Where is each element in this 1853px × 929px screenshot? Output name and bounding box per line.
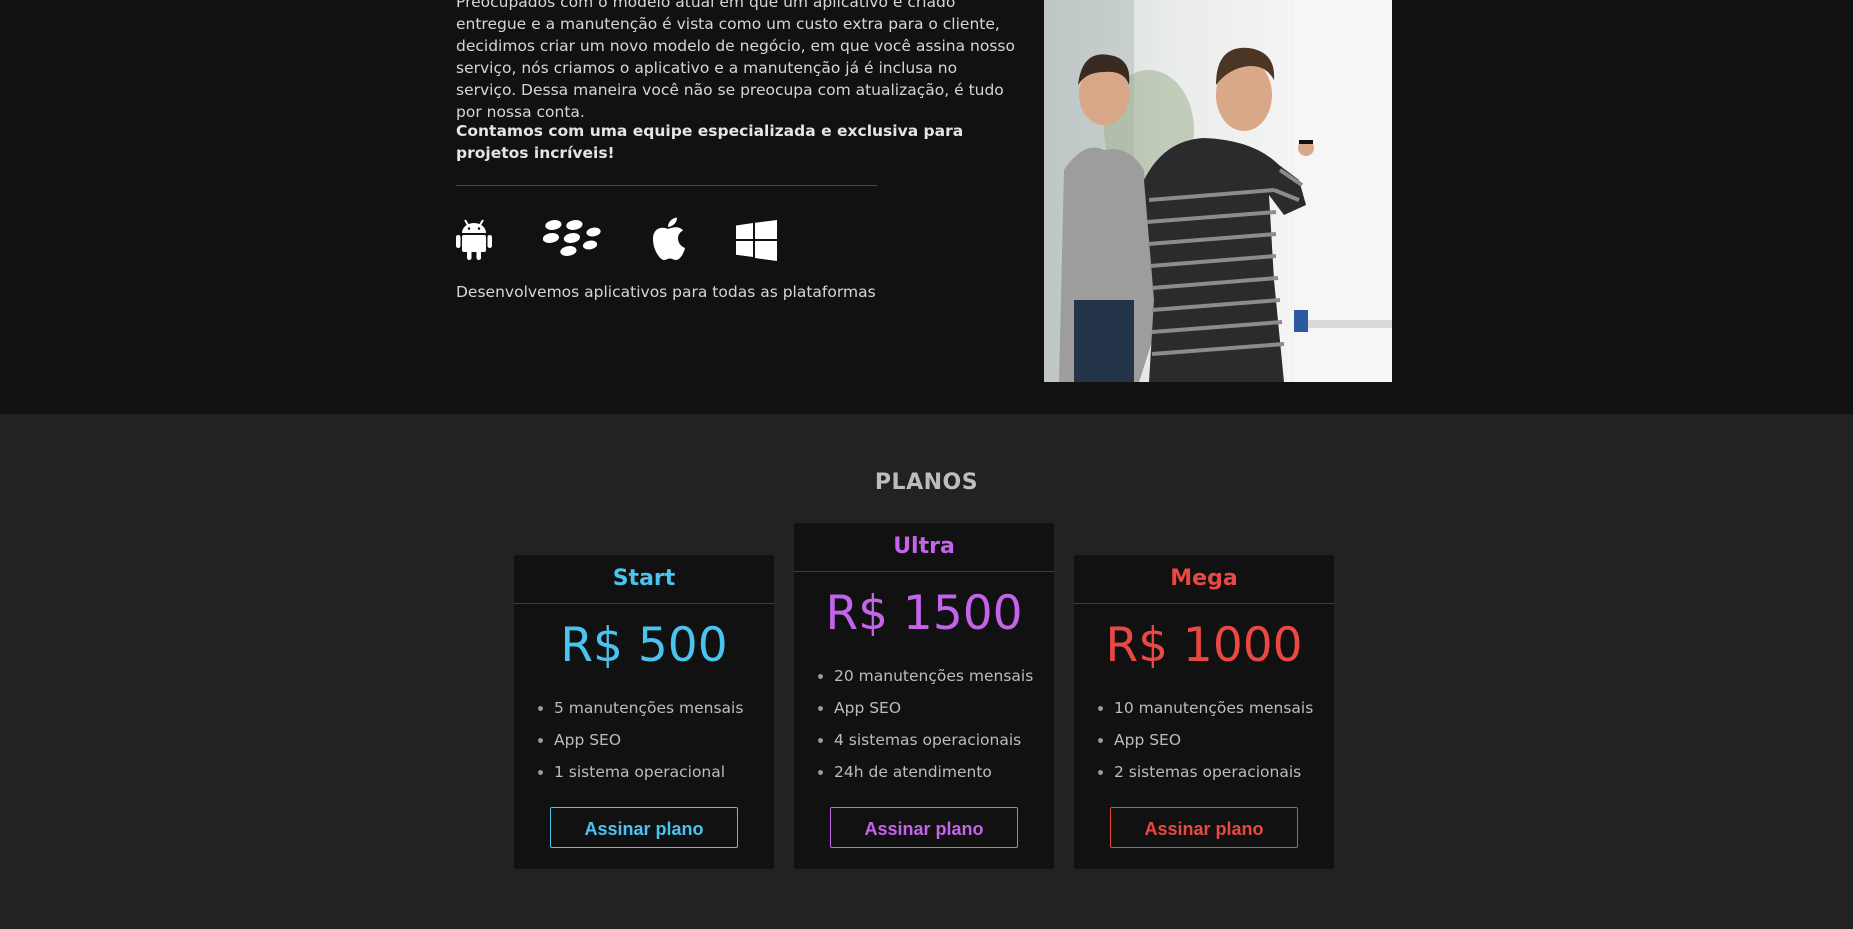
plan-features: 20 manutenções mensais App SEO 4 sistema… bbox=[794, 660, 1054, 788]
plan-feature: 20 manutenções mensais bbox=[818, 660, 1054, 692]
subscribe-mega-button[interactable]: Assinar plano bbox=[1110, 807, 1298, 848]
plan-feature: 10 manutenções mensais bbox=[1098, 692, 1334, 724]
plan-features: 5 manutenções mensais App SEO 1 sistema … bbox=[514, 692, 774, 788]
blackberry-icon bbox=[543, 220, 601, 256]
android-icon bbox=[456, 219, 492, 260]
plan-name: Ultra bbox=[794, 523, 1054, 572]
windows-icon bbox=[736, 220, 777, 261]
about-intro-paragraph: Preocupados com o modelo atual em que um… bbox=[456, 0, 1015, 121]
plan-features: 10 manutenções mensais App SEO 2 sistema… bbox=[1074, 692, 1334, 788]
plan-feature: 2 sistemas operacionais bbox=[1098, 756, 1334, 788]
subscribe-start-button[interactable]: Assinar plano bbox=[550, 807, 738, 848]
plan-feature: App SEO bbox=[1098, 724, 1334, 756]
plan-feature: 1 sistema operacional bbox=[538, 756, 774, 788]
plan-feature: App SEO bbox=[818, 692, 1054, 724]
about-divider bbox=[456, 185, 877, 186]
plan-price: R$ 500 bbox=[560, 618, 728, 673]
plan-price: R$ 1000 bbox=[1105, 618, 1303, 673]
team-photo bbox=[1044, 0, 1392, 382]
about-team-paragraph: Contamos com uma equipe especializada e … bbox=[456, 122, 964, 162]
plan-card-start: Start R$ 500 5 manutenções mensais App S… bbox=[514, 555, 774, 869]
plan-card-ultra: Ultra R$ 1500 20 manutenções mensais App… bbox=[794, 523, 1054, 869]
plan-price: R$ 1500 bbox=[825, 586, 1023, 641]
plan-feature: 5 manutenções mensais bbox=[538, 692, 774, 724]
about-section: Preocupados com o modelo atual em que um… bbox=[0, 0, 1853, 414]
plan-feature: App SEO bbox=[538, 724, 774, 756]
plan-feature: 4 sistemas operacionais bbox=[818, 724, 1054, 756]
subscribe-ultra-button[interactable]: Assinar plano bbox=[830, 807, 1018, 848]
plan-name: Start bbox=[514, 555, 774, 604]
apple-icon bbox=[653, 217, 685, 260]
plan-feature: 24h de atendimento bbox=[818, 756, 1054, 788]
platforms-caption: Desenvolvemos aplicativos para todas as … bbox=[456, 283, 876, 301]
plan-name: Mega bbox=[1074, 555, 1334, 604]
plans-title: PLANOS bbox=[874, 470, 979, 495]
plan-card-mega: Mega R$ 1000 10 manutenções mensais App … bbox=[1074, 555, 1334, 869]
